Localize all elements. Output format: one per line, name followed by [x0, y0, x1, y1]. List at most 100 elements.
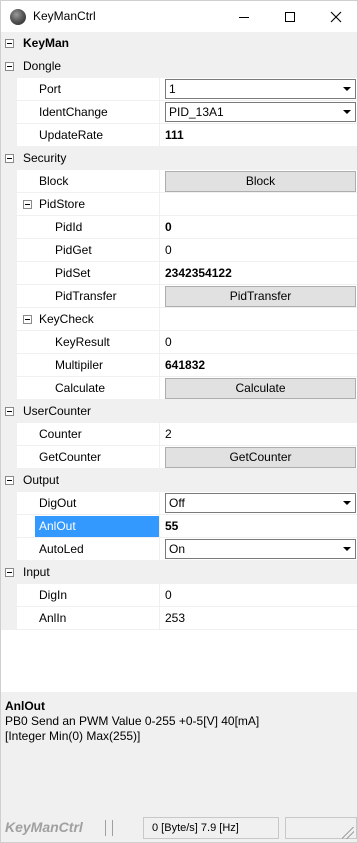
help-panel: AnlOut PB0 Send an PWM Value 0-255 +0-5[… [0, 692, 358, 812]
category-label: Security [23, 151, 67, 165]
property-pidid[interactable]: PidId 0 [1, 216, 357, 239]
port-value: 1 [169, 82, 176, 96]
help-range: [Integer Min(0) Max(255)] [5, 729, 141, 743]
chevron-down-icon[interactable] [339, 103, 355, 121]
anlout-value[interactable]: 55 [165, 515, 178, 538]
property-label: PidSet [55, 266, 91, 280]
property-pidget[interactable]: PidGet 0 [1, 239, 357, 262]
category-dongle[interactable]: Dongle [1, 55, 357, 78]
maximize-button[interactable] [267, 1, 313, 33]
autoled-dropdown[interactable]: On [165, 539, 356, 559]
close-button[interactable] [313, 1, 358, 33]
collapse-icon[interactable] [23, 200, 32, 209]
property-digin[interactable]: DigIn 0 [1, 584, 357, 607]
category-label: KeyMan [23, 36, 70, 50]
autoled-value: On [169, 542, 186, 556]
property-port[interactable]: Port 1 [1, 78, 357, 101]
pidget-value: 0 [165, 243, 172, 257]
window-title: KeyManCtrl [33, 9, 96, 23]
counter-value: 2 [165, 427, 172, 441]
calculate-button[interactable]: Calculate [165, 378, 356, 399]
property-label: Block [39, 174, 69, 188]
chevron-down-icon[interactable] [339, 540, 355, 558]
pidtransfer-button[interactable]: PidTransfer [165, 286, 356, 307]
status-brand: KeyManCtrl [5, 819, 83, 835]
pidset-value[interactable]: 2342354122 [165, 262, 232, 285]
property-digout[interactable]: DigOut Off [1, 492, 357, 515]
category-label: Output [23, 473, 60, 487]
property-label: PidTransfer [55, 289, 117, 303]
category-label: PidStore [39, 197, 86, 211]
updaterate-value[interactable]: 111 [165, 124, 184, 147]
category-label: Input [23, 565, 50, 579]
separator-grip-icon [105, 820, 113, 836]
property-label: PidId [55, 220, 83, 234]
collapse-icon[interactable] [5, 407, 14, 416]
chevron-down-icon[interactable] [339, 80, 355, 98]
property-label: GetCounter [39, 450, 102, 464]
property-grid: KeyMan Dongle Port 1 IdentChange PID_13A… [0, 32, 358, 692]
property-updaterate[interactable]: UpdateRate 111 [1, 124, 357, 147]
category-security[interactable]: Security [1, 147, 357, 170]
title-bar: KeyManCtrl [0, 0, 358, 32]
property-identchange[interactable]: IdentChange PID_13A1 [1, 101, 357, 124]
identchange-value: PID_13A1 [169, 105, 224, 119]
help-description: PB0 Send an PWM Value 0-255 +0-5[V] 40[m… [5, 714, 260, 728]
category-output[interactable]: Output [1, 469, 357, 492]
category-label: UserCounter [23, 404, 92, 418]
minimize-button[interactable] [221, 1, 267, 33]
multipiler-value[interactable]: 641832 [165, 354, 205, 377]
property-label: DigIn [39, 588, 68, 602]
property-calculate[interactable]: Calculate Calculate [1, 377, 357, 400]
property-anlout[interactable]: AnlOut 55 [1, 515, 357, 538]
collapse-icon[interactable] [5, 568, 14, 577]
property-block[interactable]: Block Block [1, 170, 357, 193]
property-label: Multipiler [55, 358, 104, 372]
category-keycheck[interactable]: KeyCheck [1, 308, 357, 331]
property-label: Port [39, 82, 62, 96]
collapse-icon[interactable] [5, 476, 14, 485]
app-icon [10, 9, 26, 25]
digout-dropdown[interactable]: Off [165, 493, 356, 513]
category-keyman[interactable]: KeyMan [1, 32, 357, 55]
category-pidstore[interactable]: PidStore [1, 193, 357, 216]
category-label: KeyCheck [39, 312, 94, 326]
property-counter[interactable]: Counter 2 [1, 423, 357, 446]
property-label: Calculate [55, 381, 106, 395]
port-dropdown[interactable]: 1 [165, 79, 356, 99]
collapse-icon[interactable] [5, 39, 14, 48]
property-label: DigOut [39, 496, 77, 510]
help-title: AnlOut [5, 699, 45, 713]
close-icon [330, 11, 342, 23]
property-label: UpdateRate [39, 128, 104, 142]
property-label: AutoLed [39, 542, 84, 556]
chevron-down-icon[interactable] [339, 494, 355, 512]
getcounter-button[interactable]: GetCounter [165, 447, 356, 468]
maximize-icon [285, 12, 295, 22]
block-button[interactable]: Block [165, 171, 356, 192]
resize-grip-icon[interactable] [342, 827, 354, 839]
collapse-icon[interactable] [5, 62, 14, 71]
category-usercounter[interactable]: UserCounter [1, 400, 357, 423]
anlin-value: 253 [165, 611, 186, 625]
status-rate: 0 [Byte/s] 7.9 [Hz] [143, 817, 279, 839]
digout-value: Off [169, 496, 185, 510]
property-pidset[interactable]: PidSet 2342354122 [1, 262, 357, 285]
status-bar: KeyManCtrl 0 [Byte/s] 7.9 [Hz] [0, 812, 358, 843]
collapse-icon[interactable] [5, 154, 14, 163]
collapse-icon[interactable] [23, 315, 32, 324]
property-multipiler[interactable]: Multipiler 641832 [1, 354, 357, 377]
category-label: Dongle [23, 59, 62, 73]
property-autoled[interactable]: AutoLed On [1, 538, 357, 561]
property-label: Counter [39, 427, 82, 441]
category-input[interactable]: Input [1, 561, 357, 584]
property-label: KeyResult [55, 335, 110, 349]
identchange-dropdown[interactable]: PID_13A1 [165, 102, 356, 122]
property-anlin[interactable]: AnlIn 253 [1, 607, 357, 630]
property-keyresult[interactable]: KeyResult 0 [1, 331, 357, 354]
property-label: IdentChange [39, 105, 108, 119]
property-label: AnlIn [39, 611, 67, 625]
pidid-value[interactable]: 0 [165, 216, 172, 239]
property-getcounter[interactable]: GetCounter GetCounter [1, 446, 357, 469]
property-pidtransfer[interactable]: PidTransfer PidTransfer [1, 285, 357, 308]
